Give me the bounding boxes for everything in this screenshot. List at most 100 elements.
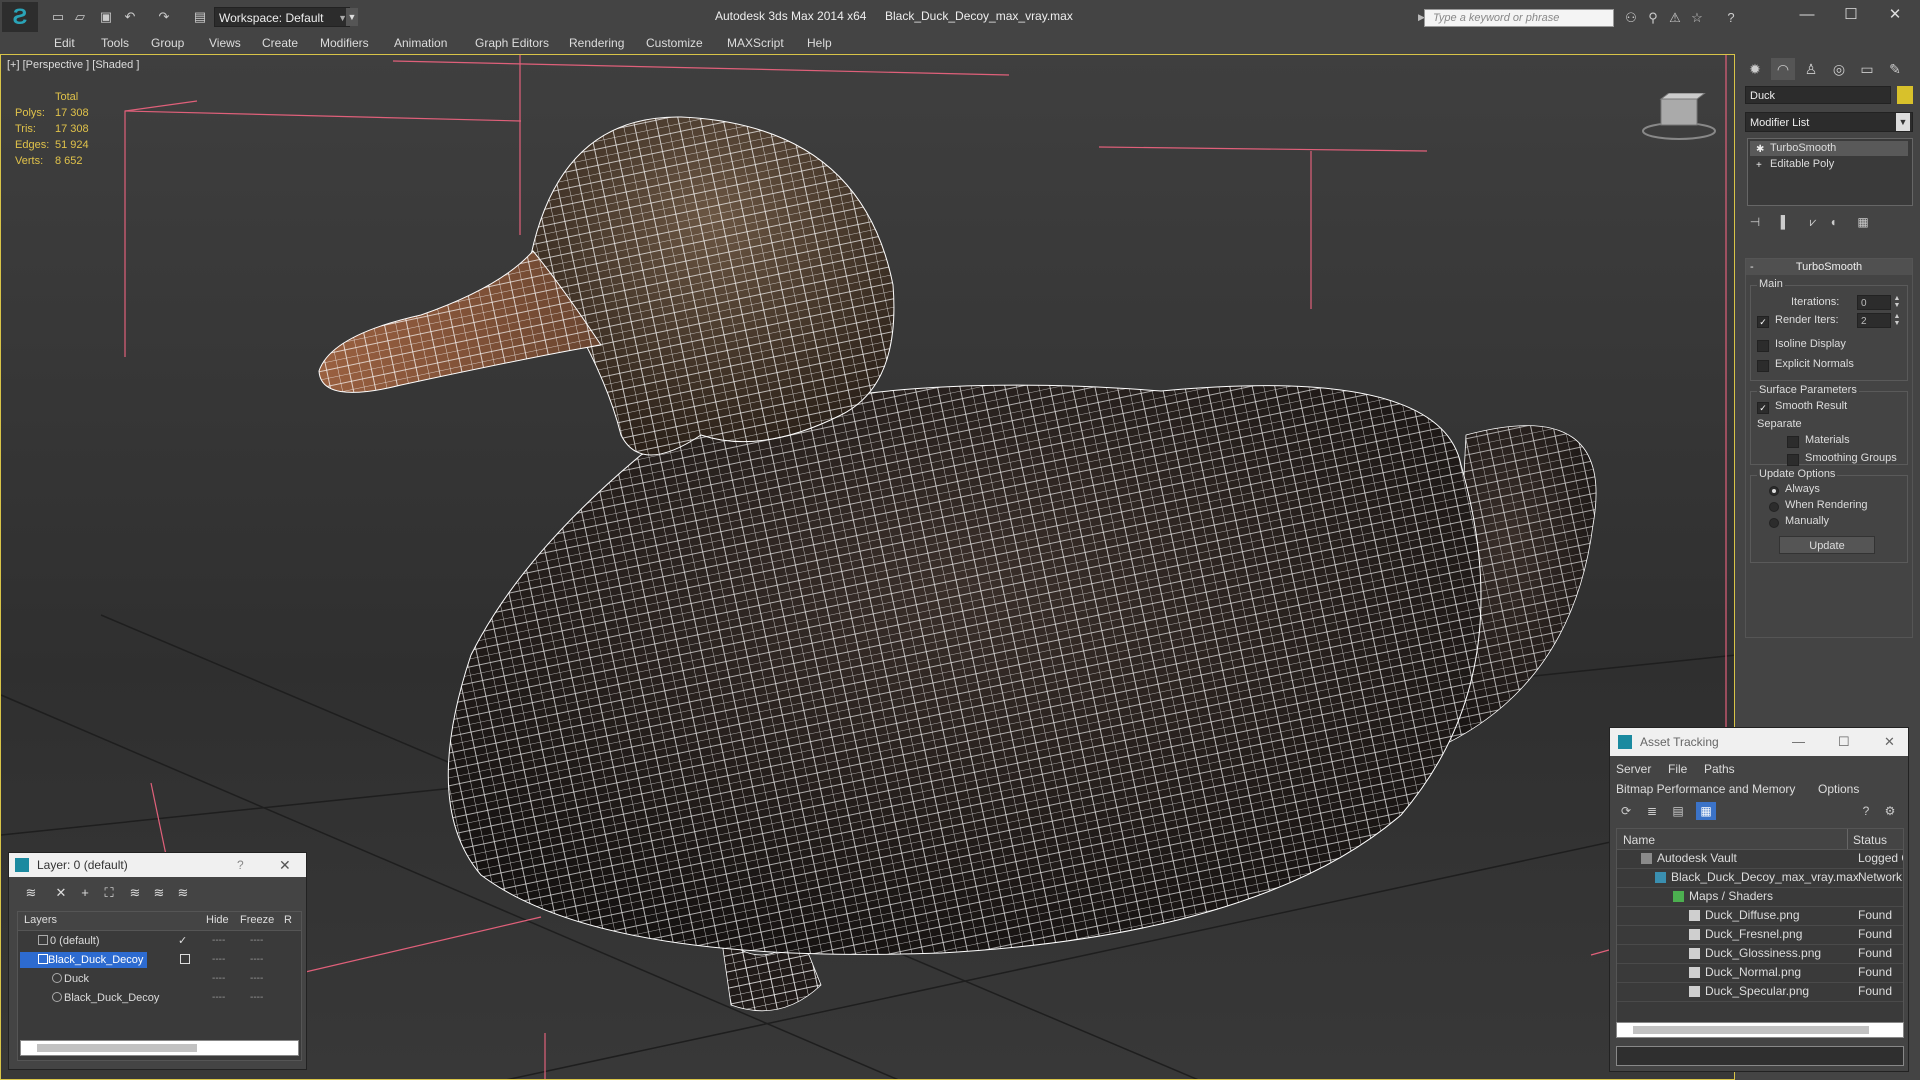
hide-all-layers-icon[interactable]: ≋ <box>149 883 169 903</box>
name-column-header[interactable]: Name <box>1623 833 1655 847</box>
object-name-field[interactable]: Duck <box>1745 86 1891 104</box>
delete-layer-icon[interactable]: ✕ <box>51 883 71 903</box>
menu-group[interactable]: Group <box>151 36 184 50</box>
modify-tab-icon[interactable]: ◠ <box>1771 58 1795 80</box>
asset-minimize-icon[interactable]: — <box>1792 728 1805 756</box>
asset-row[interactable]: Maps / Shaders <box>1617 887 1903 907</box>
remove-modifier-icon[interactable]: ◖ <box>1823 212 1843 232</box>
make-unique-icon[interactable]: ⩗ <box>1803 212 1823 232</box>
asset-settings-icon[interactable]: ⚙ <box>1880 802 1900 820</box>
highlight-layer-icon[interactable]: ≋ <box>125 883 145 903</box>
rollout-header[interactable]: - TurboSmooth <box>1746 259 1912 275</box>
asset-row[interactable]: Duck_Normal.png Found <box>1617 963 1903 983</box>
menu-maxscript[interactable]: MAXScript <box>727 36 784 50</box>
keyword-search-input[interactable]: Type a keyword or phrase <box>1424 9 1614 27</box>
asset-menu-bitmap-performance[interactable]: Bitmap Performance and Memory <box>1616 782 1795 796</box>
viewcube-icon[interactable] <box>1641 93 1717 143</box>
freeze-column-header[interactable]: Freeze <box>240 914 274 926</box>
expand-plus-icon[interactable]: + <box>1756 158 1762 173</box>
asset-help-icon[interactable]: ? <box>1856 802 1876 820</box>
layer-horizontal-scrollbar[interactable] <box>20 1040 299 1056</box>
undo-icon[interactable]: ↶ <box>120 8 140 26</box>
menu-views[interactable]: Views <box>209 36 241 50</box>
new-file-icon[interactable]: ▭ <box>48 8 68 26</box>
menu-graph-editors[interactable]: Graph Editors <box>475 36 549 50</box>
asset-row[interactable]: Autodesk Vault Logged O <box>1617 849 1903 869</box>
save-icon[interactable]: ▣ <box>96 8 116 26</box>
asset-row[interactable]: Duck_Glossiness.png Found <box>1617 944 1903 964</box>
iterations-spinner[interactable]: 0 <box>1857 295 1891 310</box>
asset-menu-options[interactable]: Options <box>1818 782 1859 796</box>
explicit-normals-checkbox[interactable] <box>1757 360 1769 372</box>
asset-row[interactable]: Duck_Diffuse.png Found <box>1617 906 1903 926</box>
table-view-icon[interactable]: ▦ <box>1696 802 1716 820</box>
project-folder-icon[interactable]: ▤ <box>190 8 210 26</box>
render-iters-checkbox[interactable]: ✓ <box>1757 316 1769 328</box>
layer-row[interactable]: Duck ---- ---- <box>18 970 301 988</box>
display-tab-icon[interactable]: ▭ <box>1855 58 1879 80</box>
layer-help-button[interactable]: ? <box>237 853 244 877</box>
when-rendering-radio[interactable] <box>1769 502 1779 512</box>
minimize-button[interactable]: — <box>1784 4 1830 26</box>
show-end-result-icon[interactable]: ▌ <box>1775 212 1795 232</box>
materials-checkbox[interactable] <box>1787 436 1799 448</box>
redo-icon[interactable]: ↷ <box>154 8 174 26</box>
smoothing-groups-checkbox[interactable] <box>1787 454 1799 466</box>
hide-column-header[interactable]: Hide <box>206 914 229 926</box>
utilities-tab-icon[interactable]: ✎ <box>1883 58 1907 80</box>
communication-icon[interactable]: ⚠ <box>1666 10 1684 26</box>
maximize-button[interactable]: ☐ <box>1828 4 1874 26</box>
layer-row[interactable]: Black_Duck_Decoy ---- ---- <box>18 989 301 1007</box>
hierarchy-tab-icon[interactable]: ♙ <box>1799 58 1823 80</box>
asset-window-titlebar[interactable]: Asset Tracking — ☐ ✕ <box>1610 728 1908 756</box>
refresh-icon[interactable]: ⟳ <box>1616 802 1636 820</box>
menu-tools[interactable]: Tools <box>101 36 129 50</box>
favorites-icon[interactable]: ☆ <box>1688 10 1706 26</box>
close-button[interactable]: ✕ <box>1872 4 1918 26</box>
set-current-layer-icon[interactable] <box>180 954 190 964</box>
select-objects-icon[interactable]: ⛶ <box>99 883 119 903</box>
active-layer-check-icon[interactable]: ✓ <box>178 932 187 950</box>
modifier-list-dropdown[interactable]: Modifier List ▼ <box>1745 112 1913 132</box>
tree-view-icon[interactable]: ▤ <box>1668 802 1688 820</box>
manually-radio[interactable] <box>1769 518 1779 528</box>
workspace-dropdown[interactable]: Workspace: Default ▼ <box>214 7 350 27</box>
layer-window-titlebar[interactable]: Layer: 0 (default) ? ✕ <box>9 853 306 877</box>
update-button[interactable]: Update <box>1779 536 1875 554</box>
layer-close-icon[interactable]: ✕ <box>279 853 291 877</box>
object-color-swatch[interactable] <box>1897 86 1913 104</box>
create-layer-icon[interactable]: ≋ <box>21 883 41 903</box>
status-column-header[interactable]: Status <box>1853 833 1887 847</box>
search-icon[interactable]: ⚲ <box>1644 10 1662 26</box>
menu-modifiers[interactable]: Modifiers <box>320 36 369 50</box>
configure-sets-icon[interactable]: ▦ <box>1853 212 1873 232</box>
layers-column-header[interactable]: Layers <box>24 914 57 926</box>
motion-tab-icon[interactable]: ◎ <box>1827 58 1851 80</box>
menu-help[interactable]: Help <box>807 36 832 50</box>
stack-item-turbosmooth[interactable]: ✱ TurboSmooth <box>1750 141 1908 156</box>
iterations-spinner-arrows[interactable]: ▲ ▼ <box>1893 295 1901 310</box>
asset-horizontal-scrollbar[interactable] <box>1616 1022 1904 1038</box>
pin-stack-icon[interactable]: ⊣ <box>1745 212 1765 232</box>
lightbulb-icon[interactable]: ✱ <box>1756 142 1764 157</box>
render-iters-spinner[interactable]: 2 <box>1857 313 1891 328</box>
render-iters-spinner-arrows[interactable]: ▲ ▼ <box>1893 313 1901 328</box>
create-tab-icon[interactable]: ✹ <box>1743 58 1767 80</box>
menu-customize[interactable]: Customize <box>646 36 703 50</box>
add-selected-icon[interactable]: + <box>75 883 95 903</box>
asset-menu-paths[interactable]: Paths <box>1704 762 1735 776</box>
asset-maximize-icon[interactable]: ☐ <box>1838 728 1850 756</box>
asset-menu-server[interactable]: Server <box>1616 762 1651 776</box>
open-file-icon[interactable]: ▱ <box>70 8 90 26</box>
stack-item-editable-poly[interactable]: + Editable Poly <box>1750 157 1908 172</box>
menu-edit[interactable]: Edit <box>54 36 75 50</box>
binoculars-icon[interactable]: ⚇ <box>1622 10 1640 26</box>
workspace-menu-arrow[interactable]: ▼ <box>346 8 358 26</box>
asset-row[interactable]: Duck_Specular.png Found <box>1617 982 1903 1002</box>
asset-row[interactable]: Duck_Fresnel.png Found <box>1617 925 1903 945</box>
menu-create[interactable]: Create <box>262 36 298 50</box>
menu-animation[interactable]: Animation <box>394 36 447 50</box>
list-view-icon[interactable]: ≣ <box>1642 802 1662 820</box>
help-icon[interactable]: ? <box>1722 10 1740 26</box>
always-radio[interactable] <box>1769 486 1779 496</box>
